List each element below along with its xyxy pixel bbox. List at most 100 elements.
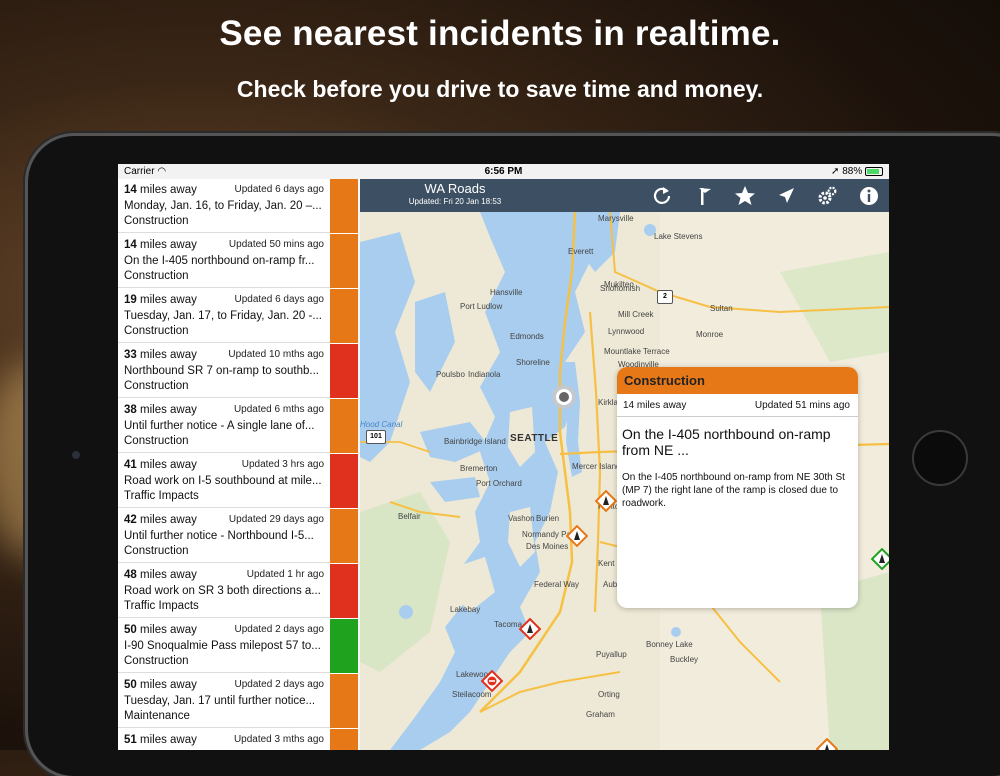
- incident-updated: Updated 29 days ago: [228, 514, 324, 525]
- incident-type: Construction: [124, 435, 189, 447]
- severity-color-bar: [330, 399, 358, 453]
- incident-row[interactable]: 14 miles away Updated 50 mins ago On the I…: [118, 234, 358, 288]
- incident-row[interactable]: 51 miles away Updated 3 mths ago: [118, 729, 358, 750]
- incident-distance: 33 miles away: [124, 349, 197, 361]
- map-place-label: Bremerton: [460, 464, 498, 473]
- incident-row[interactable]: 50 miles away Updated 2 days ago Tuesday, …: [118, 674, 358, 728]
- incident-row[interactable]: 42 miles away Updated 29 days ago Until fu…: [118, 509, 358, 563]
- incident-distance: 14 miles away: [124, 239, 197, 251]
- map-place-label: Bainbridge Island: [444, 437, 506, 446]
- map-place-label: Belfair: [398, 512, 421, 521]
- incident-row[interactable]: 14 miles away Updated 6 days ago Monday, J…: [118, 179, 358, 233]
- map-place-label: Marysville: [598, 214, 634, 223]
- incident-row[interactable]: 48 miles away Updated 1 hr ago Road work o…: [118, 564, 358, 618]
- incident-updated: Updated 1 hr ago: [246, 569, 324, 580]
- map-place-label: Mercer Island: [572, 462, 621, 471]
- incident-distance: 50 miles away: [124, 679, 197, 691]
- incident-description: Monday, Jan. 16, to Friday, Jan. 20 –...: [124, 200, 322, 212]
- flag-icon[interactable]: [692, 184, 716, 208]
- home-button[interactable]: [912, 430, 968, 486]
- severity-color-bar: [330, 344, 358, 398]
- incident-distance: 51 miles away: [124, 734, 197, 746]
- construction-marker[interactable]: [595, 490, 617, 512]
- star-icon[interactable]: [733, 184, 757, 208]
- status-right: ➚ 88%: [831, 166, 883, 177]
- incident-distance: 38 miles away: [124, 404, 197, 416]
- battery-icon: [865, 166, 883, 176]
- map-place-label: Mountlake Terrace: [604, 347, 670, 356]
- popup-header: Construction: [617, 367, 858, 394]
- front-camera: [72, 451, 80, 459]
- map-place-label: Vashon: [508, 514, 535, 523]
- map-place-label: Tacoma: [494, 620, 523, 629]
- incident-distance: 50 miles away: [124, 624, 197, 636]
- incident-type: Construction: [124, 380, 189, 392]
- promo-subline: Check before you drive to save time and …: [236, 76, 764, 102]
- traffic-impact-marker[interactable]: [519, 618, 541, 640]
- location-services-icon: ➚: [831, 166, 840, 177]
- incident-description: Until further notice - Northbound I-5...: [124, 530, 314, 542]
- snoqualmie-marker[interactable]: [871, 548, 889, 570]
- popup-updated: Updated 51 mins ago: [754, 400, 850, 411]
- incident-updated: Updated 50 mins ago: [228, 239, 324, 250]
- incident-distance: 41 miles away: [124, 459, 197, 471]
- incident-distance: 42 miles away: [124, 514, 197, 526]
- map-place-label: Hansville: [490, 288, 523, 297]
- battery-percent: 88%: [842, 166, 863, 177]
- severity-color-bar: [330, 509, 358, 563]
- incident-description: Road work on SR 3 both directions a...: [124, 585, 321, 597]
- incident-row[interactable]: 50 miles away Updated 2 days ago I-90 Snoq…: [118, 619, 358, 673]
- location-arrow-icon[interactable]: [774, 184, 798, 208]
- incident-row[interactable]: 41 miles away Updated 3 hrs ago Road work …: [118, 454, 358, 508]
- construction-marker[interactable]: [566, 525, 588, 547]
- highway-shield-101: 101: [366, 430, 386, 444]
- map-place-label: Kent: [598, 559, 615, 568]
- nav-bar: WA Roads Updated: Fri 20 Jan 18:53: [360, 179, 889, 212]
- incident-description: Northbound SR 7 on-ramp to southb...: [124, 365, 319, 377]
- map-place-label: Puyallup: [596, 650, 627, 659]
- popup-title: On the I-405 northbound on-ramp from NE …: [622, 426, 831, 458]
- map-place-label: Port Ludlow: [460, 302, 503, 311]
- incident-row[interactable]: 38 miles away Updated 6 mths ago Until fur…: [118, 399, 358, 453]
- map-place-label: Shoreline: [516, 358, 550, 367]
- map-place-label: Mill Creek: [618, 310, 654, 319]
- map-place-label: Indianola: [468, 370, 501, 379]
- incident-list[interactable]: 14 miles away Updated 6 days ago Monday, J…: [118, 179, 358, 750]
- info-icon[interactable]: [857, 184, 881, 208]
- popup-divider: [617, 416, 858, 417]
- incident-type: Construction: [124, 270, 189, 282]
- map-place-label: Burien: [536, 514, 560, 523]
- map-place-label: Lynnwood: [608, 327, 645, 336]
- road-closed-marker[interactable]: [481, 670, 503, 692]
- highway-shield-2: 2: [657, 290, 673, 304]
- incident-updated: Updated 2 days ago: [234, 679, 324, 690]
- map-place-label: Lake Stevens: [654, 232, 703, 241]
- map-place-label: Lakebay: [450, 605, 481, 614]
- severity-color-bar: [330, 289, 358, 343]
- incident-description: Tuesday, Jan. 17, to Friday, Jan. 20 -..…: [124, 310, 322, 322]
- map-place-label: Poulsbo: [436, 370, 465, 379]
- map-place-label: Bonney Lake: [646, 640, 693, 649]
- severity-color-bar: [330, 564, 358, 618]
- incident-updated: Updated 10 mths ago: [228, 349, 324, 360]
- incident-row[interactable]: 33 miles away Updated 10 mths ago Northbou…: [118, 344, 358, 398]
- incident-popup[interactable]: Construction 14 miles away Updated 51 mi…: [617, 367, 858, 608]
- app-screen: Carrier ◠ 6:56 PM ➚ 88% 14 miles away Upd…: [118, 164, 889, 750]
- incident-type: Construction: [124, 215, 189, 227]
- popup-distance: 14 miles away: [623, 400, 687, 411]
- incident-description: On the I-405 northbound on-ramp fr...: [124, 255, 315, 267]
- status-bar: Carrier ◠ 6:56 PM ➚ 88%: [118, 164, 889, 179]
- status-time: 6:56 PM: [484, 166, 523, 177]
- map-place-label: Everett: [568, 247, 594, 256]
- incident-description: Road work on I-5 southbound at mile...: [124, 475, 322, 487]
- gears-icon[interactable]: [815, 184, 839, 208]
- incident-updated: Updated 6 mths ago: [233, 404, 324, 415]
- nav-subtitle: Updated: Fri 20 Jan 18:53: [408, 197, 502, 206]
- refresh-icon[interactable]: [650, 184, 674, 208]
- incident-updated: Updated 6 days ago: [234, 294, 324, 305]
- construction-marker[interactable]: [816, 738, 838, 750]
- severity-color-bar: [330, 619, 358, 673]
- incident-row[interactable]: 19 miles away Updated 6 days ago Tuesday, …: [118, 289, 358, 343]
- map-place-label: Sultan: [710, 304, 733, 313]
- incident-type: Construction: [124, 545, 189, 557]
